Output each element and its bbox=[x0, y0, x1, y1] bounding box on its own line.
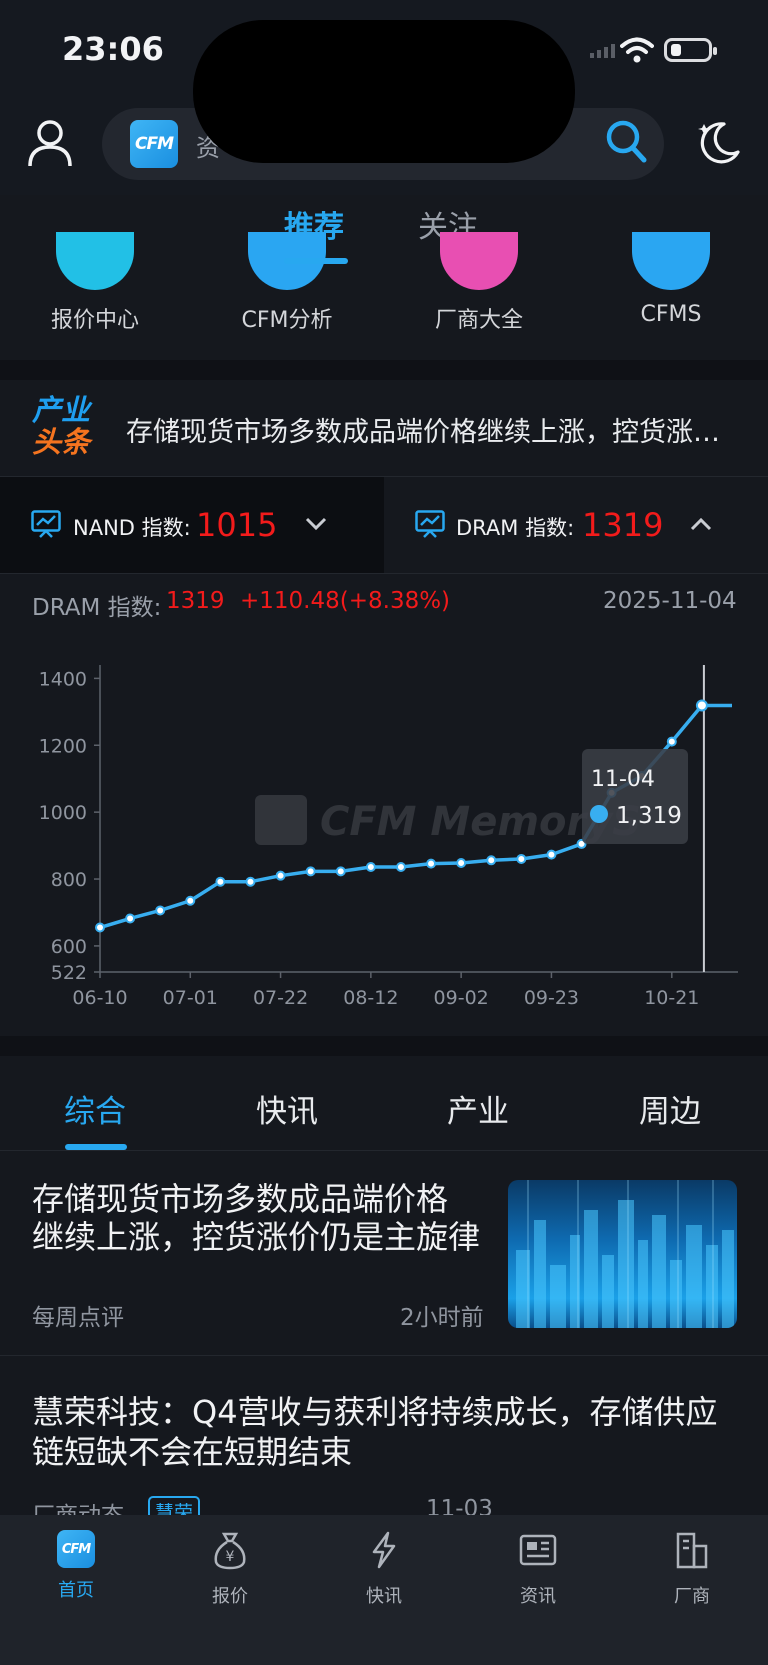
search-icon[interactable] bbox=[604, 118, 648, 164]
nav-news[interactable]: 资讯 bbox=[478, 1530, 598, 1608]
y-tick-label: 800 bbox=[51, 869, 87, 891]
x-tick-label: 06-10 bbox=[72, 987, 127, 1009]
data-point bbox=[125, 913, 136, 924]
data-point bbox=[395, 861, 406, 872]
data-point bbox=[426, 858, 437, 869]
data-point bbox=[546, 849, 557, 860]
news-title[interactable]: 存储现货市场多数成品端价格 继续上涨，控货涨价仍是主旋律 bbox=[32, 1180, 494, 1256]
cellular-signal-icon bbox=[590, 44, 615, 58]
x-tick-label: 07-22 bbox=[253, 987, 308, 1009]
nav-flash[interactable]: 快讯 bbox=[324, 1530, 444, 1608]
nand-index-value: 1015 bbox=[196, 506, 278, 544]
dram-index-label: DRAM 指数: bbox=[456, 516, 575, 540]
news-icon bbox=[519, 1534, 557, 1566]
x-tick-label: 07-01 bbox=[163, 987, 218, 1009]
headline-text[interactable]: 存储现货市场多数成品端价格继续上涨，控货涨价仍是主旋律 bbox=[126, 410, 730, 449]
y-tick-label: 600 bbox=[51, 936, 87, 958]
news-thumbnail[interactable] bbox=[508, 1180, 737, 1328]
data-point bbox=[335, 866, 346, 877]
tooltip-date: 11-04 bbox=[591, 767, 655, 792]
chart-index-value: 1319 bbox=[166, 588, 225, 614]
y-tick-label: 1400 bbox=[39, 668, 87, 690]
chart-date: 2025-11-04 bbox=[603, 588, 737, 614]
chart-index-label: DRAM 指数: bbox=[32, 595, 162, 621]
data-point bbox=[245, 876, 256, 887]
feed-tab-indicator bbox=[284, 258, 348, 264]
quick-entry-cfms[interactable]: CFMS bbox=[581, 302, 761, 327]
battery-icon bbox=[664, 38, 717, 62]
night-mode-icon[interactable] bbox=[694, 118, 742, 166]
quick-entry-cfm-analysis[interactable]: CFM分析 bbox=[197, 302, 377, 334]
status-time: 23:06 bbox=[62, 30, 164, 68]
lightning-icon bbox=[372, 1531, 396, 1569]
home-cfm-icon: CFM bbox=[57, 1530, 95, 1568]
divider bbox=[0, 1150, 768, 1151]
dram-index-value: 1319 bbox=[582, 506, 664, 544]
monitor-chart-icon bbox=[31, 510, 61, 538]
data-point bbox=[695, 699, 708, 712]
dram-index-chart[interactable]: CFM MemoryS52260080010001200140006-10 07-… bbox=[0, 620, 768, 1030]
news-time: 2小时前 bbox=[400, 1305, 484, 1331]
tooltip-marker bbox=[590, 805, 608, 823]
y-tick-label: 1200 bbox=[39, 735, 87, 757]
tooltip-value: 1,319 bbox=[616, 803, 682, 829]
data-point bbox=[456, 857, 467, 868]
data-point bbox=[185, 895, 196, 906]
nand-index-label: NAND 指数: bbox=[73, 516, 191, 540]
data-point bbox=[155, 905, 166, 916]
nav-quotes[interactable]: ¥ 报价 bbox=[170, 1530, 290, 1608]
quick-entry-vendors[interactable]: 厂商大全 bbox=[389, 302, 569, 334]
data-point bbox=[215, 876, 226, 887]
divider bbox=[0, 1355, 768, 1356]
data-point bbox=[666, 736, 677, 747]
chart-tooltip bbox=[582, 749, 688, 844]
cfms-icon[interactable] bbox=[632, 232, 710, 290]
x-tick-label: 10-21 bbox=[644, 987, 699, 1009]
data-point bbox=[486, 855, 497, 866]
cfm-logo: CFM bbox=[130, 120, 178, 168]
dynamic-island bbox=[193, 20, 575, 163]
section-divider bbox=[0, 1036, 768, 1056]
tab-periphery[interactable]: 周边 bbox=[639, 1086, 701, 1131]
nav-vendors[interactable]: 厂商 bbox=[632, 1530, 752, 1608]
divider bbox=[0, 573, 768, 574]
svg-text:¥: ¥ bbox=[226, 1549, 235, 1565]
monitor-chart-icon bbox=[415, 510, 445, 538]
user-profile-icon[interactable] bbox=[26, 118, 74, 168]
quick-entry-price-center[interactable]: 报价中心 bbox=[5, 302, 185, 334]
y-tick-label: 1000 bbox=[39, 802, 87, 824]
y-tick-label: 522 bbox=[51, 962, 87, 984]
data-point bbox=[275, 870, 286, 881]
news-title[interactable]: 慧荣科技：Q4营收与获利将持续成长，存储供应链短缺不会在短期结束 bbox=[32, 1392, 732, 1472]
tab-flash[interactable]: 快讯 bbox=[256, 1086, 318, 1131]
x-tick-label: 09-23 bbox=[524, 987, 579, 1009]
section-divider bbox=[0, 360, 768, 380]
nav-home[interactable]: CFM 首页 bbox=[16, 1530, 136, 1602]
wifi-icon bbox=[620, 37, 654, 63]
money-bag-icon: ¥ bbox=[214, 1532, 246, 1570]
data-point bbox=[95, 922, 105, 933]
data-point bbox=[516, 853, 527, 864]
news-source: 每周点评 bbox=[32, 1305, 124, 1331]
data-point bbox=[365, 861, 376, 872]
x-tick-label: 09-02 bbox=[434, 987, 489, 1009]
chevron-down-icon[interactable] bbox=[305, 517, 327, 531]
price-center-icon[interactable] bbox=[56, 232, 134, 290]
vendor-directory-icon[interactable] bbox=[440, 232, 518, 290]
building-icon bbox=[676, 1532, 708, 1569]
city-skyline-image bbox=[516, 1180, 734, 1328]
data-point bbox=[305, 866, 316, 877]
chart-index-change: +110.48(+8.38%) bbox=[240, 588, 451, 614]
tab-comprehensive[interactable]: 综合 bbox=[64, 1086, 126, 1131]
industry-headline-badge: 产业 头条 bbox=[32, 393, 91, 459]
x-tick-label: 08-12 bbox=[343, 987, 398, 1009]
tab-industry[interactable]: 产业 bbox=[447, 1086, 509, 1131]
chevron-up-icon[interactable] bbox=[690, 517, 712, 531]
